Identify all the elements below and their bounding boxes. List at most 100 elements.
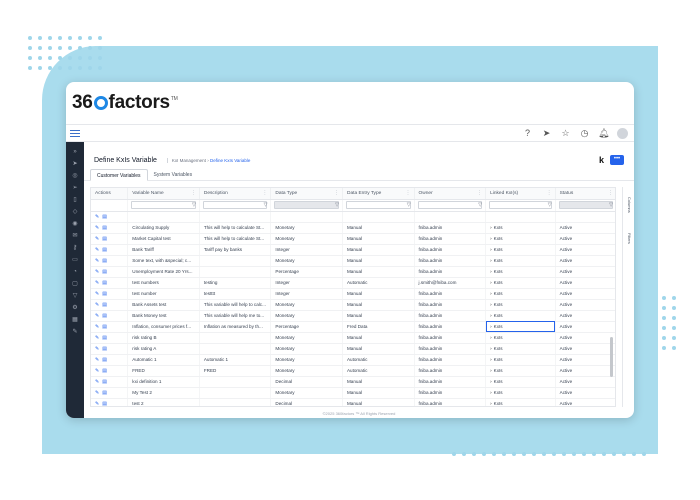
chevron-right-icon[interactable]: ›	[490, 269, 492, 274]
column-header[interactable]: Variable Name ⋮	[127, 188, 200, 200]
document-icon[interactable]: ▤	[102, 302, 107, 308]
edit-icon[interactable]: ✎	[95, 390, 99, 396]
edit-icon[interactable]: ✎	[95, 368, 99, 374]
column-header[interactable]: Data Entry Type ⋮	[342, 188, 415, 200]
table-row[interactable]: ✎ ▤ Automatic 1 Automatic 1 Monetary Automati…	[91, 354, 615, 366]
send-icon[interactable]: ➤	[541, 128, 552, 139]
send-icon[interactable]: ➢	[72, 184, 77, 192]
document-icon[interactable]: ▤	[102, 291, 107, 297]
cell-linked[interactable]: › KxIs	[485, 321, 556, 333]
document-icon[interactable]: ▤	[102, 379, 107, 385]
table-row[interactable]: ✎ ▤	[91, 211, 615, 223]
document-icon[interactable]: ▭	[72, 256, 78, 264]
column-menu-icon[interactable]: ⋮	[547, 190, 552, 196]
chevron-right-icon[interactable]: ›	[490, 390, 492, 395]
edit-icon[interactable]: ✎	[95, 324, 99, 330]
edit-icon[interactable]: ✎	[95, 280, 99, 286]
table-row[interactable]: ✎ ▤ test 2 Decimal Manual fniba.admin › KxIs Act…	[91, 398, 615, 407]
clock-icon[interactable]: ◷	[579, 128, 590, 139]
edit-icon[interactable]: ✎	[95, 379, 99, 385]
help-icon[interactable]: ?	[522, 128, 533, 138]
chevron-right-icon[interactable]: ›	[490, 247, 492, 252]
star-icon[interactable]: ☆	[560, 128, 571, 139]
column-filter-input[interactable]: ▽	[274, 201, 339, 209]
cell-linked[interactable]: › KxIs	[485, 222, 556, 234]
edit-icon[interactable]: ✎	[95, 236, 99, 242]
edit-icon[interactable]: ✎	[95, 302, 99, 308]
avatar[interactable]	[617, 127, 628, 139]
cell-linked[interactable]: › KxIs	[485, 255, 556, 267]
chevron-right-icon[interactable]: ›	[490, 258, 492, 263]
chevron-right-icon[interactable]: ›	[490, 280, 492, 285]
edit-icon[interactable]: ✎	[95, 269, 99, 275]
table-row[interactable]: ✎ ▤ risk rating A Monetary Manual fniba.admin…	[91, 343, 615, 355]
edit-icon[interactable]: ✎	[95, 291, 99, 297]
filter-icon[interactable]: ▽	[548, 202, 552, 208]
cell-linked[interactable]: › KxIs	[485, 332, 556, 344]
document-icon[interactable]: ▤	[102, 390, 107, 396]
doc-icon[interactable]: ▯	[73, 196, 76, 204]
shield-icon[interactable]: ◇	[73, 208, 78, 216]
cell-linked[interactable]: › KxIs	[485, 277, 556, 289]
document-icon[interactable]: ▤	[102, 269, 107, 275]
gear-icon[interactable]: ⚙	[72, 304, 77, 312]
column-filter-input[interactable]: ▽	[202, 201, 268, 209]
document-icon[interactable]: ▤	[102, 357, 107, 363]
column-menu-icon[interactable]: ⋮	[334, 190, 339, 196]
document-icon[interactable]: ▤	[102, 236, 107, 242]
chevron-right-icon[interactable]: ›	[490, 368, 492, 373]
document-icon[interactable]: ▤	[102, 324, 107, 330]
table-row[interactable]: ✎ ▤ Some text, with &special; c... Monetary…	[91, 255, 615, 267]
tab-customer-variables[interactable]: Customer Variables	[90, 169, 148, 181]
column-header[interactable]: Owner ⋮	[414, 188, 487, 200]
document-icon[interactable]: ▤	[102, 258, 107, 264]
hamburger-icon[interactable]	[70, 129, 80, 137]
cell-linked[interactable]: › KxIs	[485, 310, 556, 322]
table-row[interactable]: ✎ ▤ My Test 2 Monetary Manual fniba.admin › KxI…	[91, 387, 615, 399]
column-header[interactable]: Linked KxI(s) ⋮	[485, 188, 556, 200]
cell-linked[interactable]: › KxIs	[485, 387, 556, 399]
key-icon[interactable]: ⚷	[73, 244, 77, 252]
table-row[interactable]: ✎ ▤ Bank Money test This variable will help…	[91, 310, 615, 322]
table-row[interactable]: ✎ ▤ Bank Tariff Tariff pay by banks Integer M…	[91, 244, 615, 256]
table-row[interactable]: ✎ ▤ Unemployment Rate 20 Yrs... Percentage M…	[91, 266, 615, 278]
column-filter-input[interactable]: ▽	[345, 201, 411, 209]
filter-icon[interactable]: ▽	[73, 292, 78, 300]
cell-linked[interactable]: › KxIs	[485, 376, 556, 388]
column-filter-input[interactable]: ▽	[131, 201, 196, 209]
edit-icon[interactable]: ✎	[72, 328, 77, 336]
tab-system-variables[interactable]: System Variables	[148, 169, 199, 180]
column-header[interactable]: Data Type ⋮	[270, 188, 343, 200]
column-menu-icon[interactable]: ⋮	[406, 190, 411, 196]
edit-icon[interactable]: ✎	[95, 401, 99, 407]
chevron-right-icon[interactable]: ›	[490, 346, 492, 351]
document-icon[interactable]: ▤	[102, 225, 107, 231]
column-menu-icon[interactable]: ⋮	[191, 190, 196, 196]
bell-icon[interactable]: ◔	[73, 268, 77, 276]
cell-linked[interactable]: › KxIs	[485, 233, 556, 245]
document-icon[interactable]: ▤	[102, 401, 107, 407]
filter-icon[interactable]: ▽	[264, 202, 268, 208]
column-filter-input[interactable]: ▽	[558, 201, 613, 209]
chevron-right-icon[interactable]: ›	[490, 335, 492, 340]
filter-icon[interactable]: ▽	[335, 202, 339, 208]
chevron-right-icon[interactable]: ›	[490, 236, 492, 241]
edit-icon[interactable]: ✎	[95, 313, 99, 319]
filter-icon[interactable]: ▽	[192, 202, 196, 208]
breadcrumb-parent[interactable]: KxI Management	[172, 158, 206, 163]
chevron-right-icon[interactable]: ›	[490, 357, 492, 362]
chevron-right-icon[interactable]: ›	[490, 324, 492, 329]
document-icon[interactable]: ▤	[102, 214, 107, 220]
cell-linked[interactable]: › KxIs	[485, 343, 556, 355]
grid-icon[interactable]: ▦	[72, 316, 78, 324]
chevron-right-icon[interactable]: ›	[490, 291, 492, 296]
edit-icon[interactable]: ✎	[95, 258, 99, 264]
chevron-right-icon[interactable]: ›	[490, 302, 492, 307]
target-icon[interactable]: ◉	[72, 220, 77, 228]
edit-icon[interactable]: ✎	[95, 346, 99, 352]
document-icon[interactable]: ▤	[102, 346, 107, 352]
send-icon[interactable]: ➤	[72, 160, 77, 168]
table-row[interactable]: ✎ ▤ FRED FRED Monetary Automatic fniba.admin › K…	[91, 365, 615, 377]
document-icon[interactable]: ▤	[102, 335, 107, 341]
mail-icon[interactable]: ✉	[72, 232, 77, 240]
